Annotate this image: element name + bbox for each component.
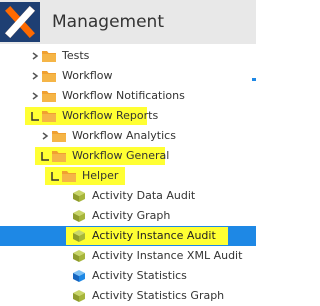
folder-icon (42, 51, 56, 62)
tree-item-label: Activity Instance XML Audit (92, 249, 243, 262)
page-title: Management (52, 12, 164, 32)
expanded-icon[interactable] (40, 146, 50, 166)
folder-icon (42, 91, 56, 102)
cube-icon (73, 250, 85, 262)
expanded-icon[interactable] (50, 166, 60, 186)
tree-item-workflow-analytics[interactable]: Workflow Analytics (0, 126, 256, 146)
tree-item-label: Workflow General (72, 149, 170, 162)
tree-item-label: Activity Statistics (92, 269, 187, 282)
tree-item-workflow-reports[interactable]: Workflow Reports (0, 106, 256, 126)
app-logo (0, 2, 40, 42)
folder-icon (42, 71, 56, 82)
tree-item-label: Workflow Notifications (62, 89, 185, 102)
tree-item-label: Activity Data Audit (92, 189, 196, 202)
folder-icon (52, 151, 66, 162)
tree-item-label: Workflow Reports (62, 109, 159, 122)
tree-item-activity-statistics[interactable]: Activity Statistics (0, 266, 256, 286)
cube-icon (73, 230, 85, 242)
chevron-right-icon[interactable] (30, 66, 40, 86)
tree-item-activity-statistics-graph[interactable]: Activity Statistics Graph (0, 286, 256, 306)
tree-item-tests[interactable]: Tests (0, 46, 256, 66)
tree-item-label: Tests (62, 49, 90, 62)
tree-item-label: Helper (82, 169, 119, 182)
tree-item-activity-instance-audit[interactable]: Activity Instance Audit (0, 226, 256, 246)
app-header: Management (0, 0, 256, 44)
tree-item-label: Activity Graph (92, 209, 171, 222)
expanded-icon[interactable] (30, 106, 40, 126)
folder-icon (62, 171, 76, 182)
tree-item-workflow-notifications[interactable]: Workflow Notifications (0, 86, 256, 106)
chevron-right-icon[interactable] (30, 86, 40, 106)
tree-item-activity-instance-xml-audit[interactable]: Activity Instance XML Audit (0, 246, 256, 266)
cube-icon (73, 190, 85, 202)
chevron-right-icon[interactable] (30, 46, 40, 66)
chevron-right-icon[interactable] (40, 126, 50, 146)
tree-item-label: Activity Statistics Graph (92, 289, 225, 302)
tree-item-label: Workflow (62, 69, 113, 82)
tree-item-label: Workflow Analytics (72, 129, 176, 142)
tree-item-activity-graph[interactable]: Activity Graph (0, 206, 256, 226)
tree-item-label: Activity Instance Audit (92, 229, 216, 242)
tree-item-helper[interactable]: Helper (0, 166, 256, 186)
folder-icon (52, 131, 66, 142)
cube-icon (73, 270, 85, 282)
folder-icon (42, 111, 56, 122)
tree-item-workflow-general[interactable]: Workflow General (0, 146, 256, 166)
tree-item-workflow[interactable]: Workflow (0, 66, 256, 86)
cube-icon (73, 290, 85, 302)
tree-item-activity-data-audit[interactable]: Activity Data Audit (0, 186, 256, 206)
cube-icon (73, 210, 85, 222)
